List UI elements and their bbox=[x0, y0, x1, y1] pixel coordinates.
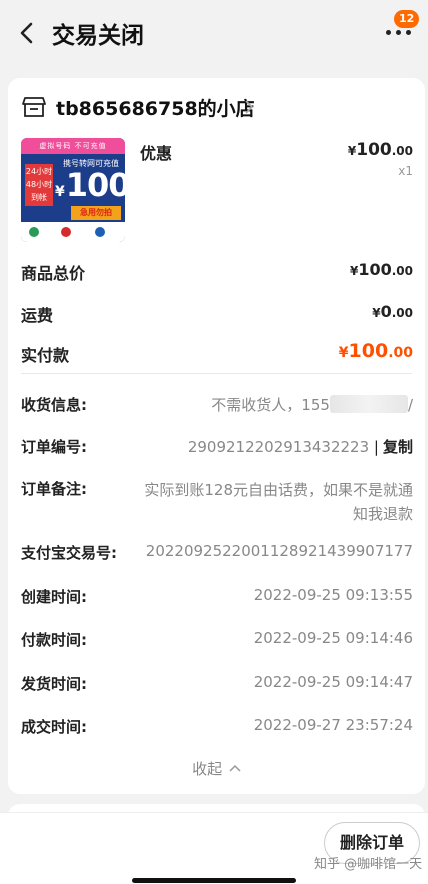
header-bar: 交易关闭 12 bbox=[0, 0, 428, 66]
note-label: 订单备注: bbox=[21, 480, 87, 498]
product-image-box: 24小时 48小时 到帐 bbox=[25, 164, 53, 206]
product-price: ¥100.00 bbox=[347, 140, 413, 160]
home-indicator bbox=[132, 878, 296, 883]
chevron-right-icon[interactable] bbox=[244, 100, 254, 114]
deal-time-label: 成交时间: bbox=[21, 718, 87, 736]
product-image-top-text: 虚拟号码 不可充值 bbox=[21, 138, 125, 154]
total-label: 商品总价 bbox=[21, 264, 86, 283]
shipping-label: 运费 bbox=[21, 306, 54, 325]
collapse-button[interactable]: 收起 bbox=[8, 758, 425, 779]
page-title: 交易关闭 bbox=[52, 23, 144, 49]
alipay-value: 2022092522001128921439907177 bbox=[145, 542, 413, 560]
notification-badge: 12 bbox=[394, 10, 420, 28]
back-arrow-icon[interactable] bbox=[14, 18, 40, 48]
order-no-value: 2909212202913432223 | 复制 bbox=[187, 438, 413, 456]
ship-time-label: 发货时间: bbox=[21, 675, 87, 693]
copy-button[interactable]: 复制 bbox=[383, 438, 413, 456]
paid-value: ¥100.00 bbox=[338, 340, 413, 362]
product-qty: x1 bbox=[398, 164, 413, 178]
total-value: ¥100.00 bbox=[349, 260, 413, 279]
product-image[interactable]: 虚拟号码 不可充值 24小时 48小时 到帐 携号转网可充值 ¥100 急用勿拍 bbox=[21, 138, 125, 242]
divider bbox=[21, 373, 412, 374]
deal-time-value: 2022-09-27 23:57:24 bbox=[253, 716, 413, 734]
shipping-value: ¥0.00 bbox=[372, 302, 413, 321]
product-image-amount: ¥100 bbox=[55, 166, 125, 204]
alipay-label: 支付宝交易号: bbox=[21, 544, 117, 562]
product-image-logos bbox=[21, 222, 125, 242]
paid-label: 实付款 bbox=[21, 346, 70, 365]
product-title[interactable]: 优惠 bbox=[140, 140, 172, 164]
created-label: 创建时间: bbox=[21, 588, 87, 606]
receiver-label: 收货信息: bbox=[21, 396, 87, 414]
order-no-label: 订单编号: bbox=[21, 438, 87, 456]
shop-name[interactable]: tb865686758的小店 bbox=[56, 94, 255, 121]
paid-time-label: 付款时间: bbox=[21, 631, 87, 649]
watermark: 知乎 @咖啡馆一天 bbox=[314, 857, 423, 872]
paid-time-value: 2022-09-25 09:14:46 bbox=[253, 629, 413, 647]
note-value: 实际到账128元自由话费，如果不是就通知我退款 bbox=[144, 481, 413, 523]
chevron-up-icon bbox=[229, 764, 241, 772]
created-value: 2022-09-25 09:13:55 bbox=[253, 586, 413, 604]
redacted-blur bbox=[329, 395, 408, 413]
receiver-value: 不需收货人，155/ bbox=[211, 395, 413, 414]
product-image-tag: 急用勿拍 bbox=[71, 206, 121, 220]
order-card: tb865686758的小店 虚拟号码 不可充值 24小时 48小时 到帐 携号… bbox=[8, 78, 425, 794]
shop-icon bbox=[22, 97, 46, 117]
ship-time-value: 2022-09-25 09:14:47 bbox=[253, 673, 413, 691]
